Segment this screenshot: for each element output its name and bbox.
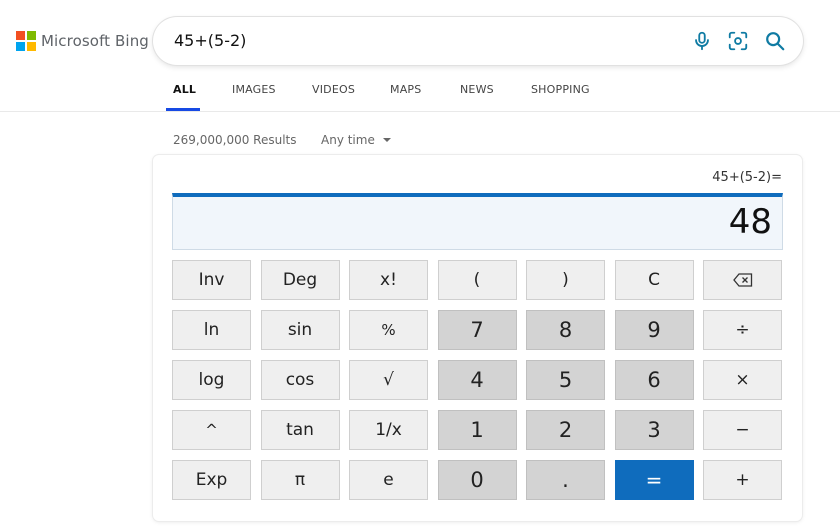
key-decimal[interactable]: .: [526, 460, 605, 500]
key-equals[interactable]: =: [614, 460, 694, 500]
key-sqrt[interactable]: √: [349, 360, 428, 400]
microsoft-logo-icon: [16, 31, 36, 51]
logo-square-yellow: [27, 42, 36, 51]
calculator-result: 48: [728, 202, 772, 242]
key-cos[interactable]: cos: [260, 360, 340, 400]
key-2[interactable]: 2: [526, 410, 605, 450]
key-power[interactable]: ^: [172, 410, 251, 450]
calculator-card: 45+(5-2)= 48 Inv Deg x! ( ) C ln sin % 7…: [153, 155, 802, 521]
key-5[interactable]: 5: [526, 360, 605, 400]
key-backspace[interactable]: [703, 260, 782, 300]
key-deg[interactable]: Deg: [260, 260, 340, 300]
visual-search-icon[interactable]: [726, 29, 750, 53]
key-1[interactable]: 1: [437, 410, 517, 450]
calculator-expression: 45+(5-2)=: [712, 170, 782, 185]
key-close-paren[interactable]: ): [526, 260, 605, 300]
key-reciprocal[interactable]: 1/x: [349, 410, 428, 450]
tab-images[interactable]: IMAGES: [232, 83, 276, 96]
tab-news[interactable]: NEWS: [460, 83, 494, 96]
search-icon[interactable]: [763, 29, 787, 53]
calculator-display: 48: [172, 193, 783, 250]
key-tan[interactable]: tan: [260, 410, 340, 450]
key-minus[interactable]: −: [703, 410, 782, 450]
search-box[interactable]: 45+(5-2): [153, 17, 803, 65]
key-7[interactable]: 7: [437, 310, 517, 350]
key-0[interactable]: 0: [437, 460, 517, 500]
tab-maps[interactable]: MAPS: [390, 83, 421, 96]
microphone-icon[interactable]: [690, 29, 714, 53]
calculator-keypad: Inv Deg x! ( ) C ln sin % 7 8 9 ÷ log co…: [172, 260, 783, 500]
time-filter-dropdown[interactable]: Any time: [321, 133, 391, 147]
key-6[interactable]: 6: [614, 360, 694, 400]
key-inv[interactable]: Inv: [172, 260, 251, 300]
logo-square-blue: [16, 42, 25, 51]
key-multiply[interactable]: ×: [703, 360, 782, 400]
search-input[interactable]: 45+(5-2): [174, 31, 246, 50]
caret-down-icon: [382, 138, 391, 142]
key-percent[interactable]: %: [349, 310, 428, 350]
key-ln[interactable]: ln: [172, 310, 251, 350]
logo-square-red: [16, 31, 25, 40]
active-tab-indicator: [166, 108, 200, 111]
key-open-paren[interactable]: (: [437, 260, 517, 300]
search-tabs: ALL IMAGES VIDEOS MAPS NEWS SHOPPING: [0, 72, 840, 112]
tab-shopping[interactable]: SHOPPING: [531, 83, 590, 96]
key-divide[interactable]: ÷: [703, 310, 782, 350]
key-plus[interactable]: +: [703, 460, 782, 500]
key-exp[interactable]: Exp: [172, 460, 251, 500]
backspace-icon: [732, 273, 752, 287]
key-4[interactable]: 4: [437, 360, 517, 400]
logo-text: Microsoft Bing: [41, 32, 149, 50]
key-factorial[interactable]: x!: [349, 260, 428, 300]
key-log[interactable]: log: [172, 360, 251, 400]
key-sin[interactable]: sin: [260, 310, 340, 350]
key-3[interactable]: 3: [614, 410, 694, 450]
key-pi[interactable]: π: [260, 460, 340, 500]
tab-videos[interactable]: VIDEOS: [312, 83, 355, 96]
results-count: 269,000,000 Results: [173, 133, 297, 147]
key-9[interactable]: 9: [614, 310, 694, 350]
key-clear[interactable]: C: [614, 260, 694, 300]
key-8[interactable]: 8: [526, 310, 605, 350]
time-filter-label: Any time: [321, 133, 375, 147]
bing-logo[interactable]: Microsoft Bing: [16, 31, 149, 51]
key-e[interactable]: e: [349, 460, 428, 500]
logo-square-green: [27, 31, 36, 40]
tab-all[interactable]: ALL: [173, 83, 196, 96]
